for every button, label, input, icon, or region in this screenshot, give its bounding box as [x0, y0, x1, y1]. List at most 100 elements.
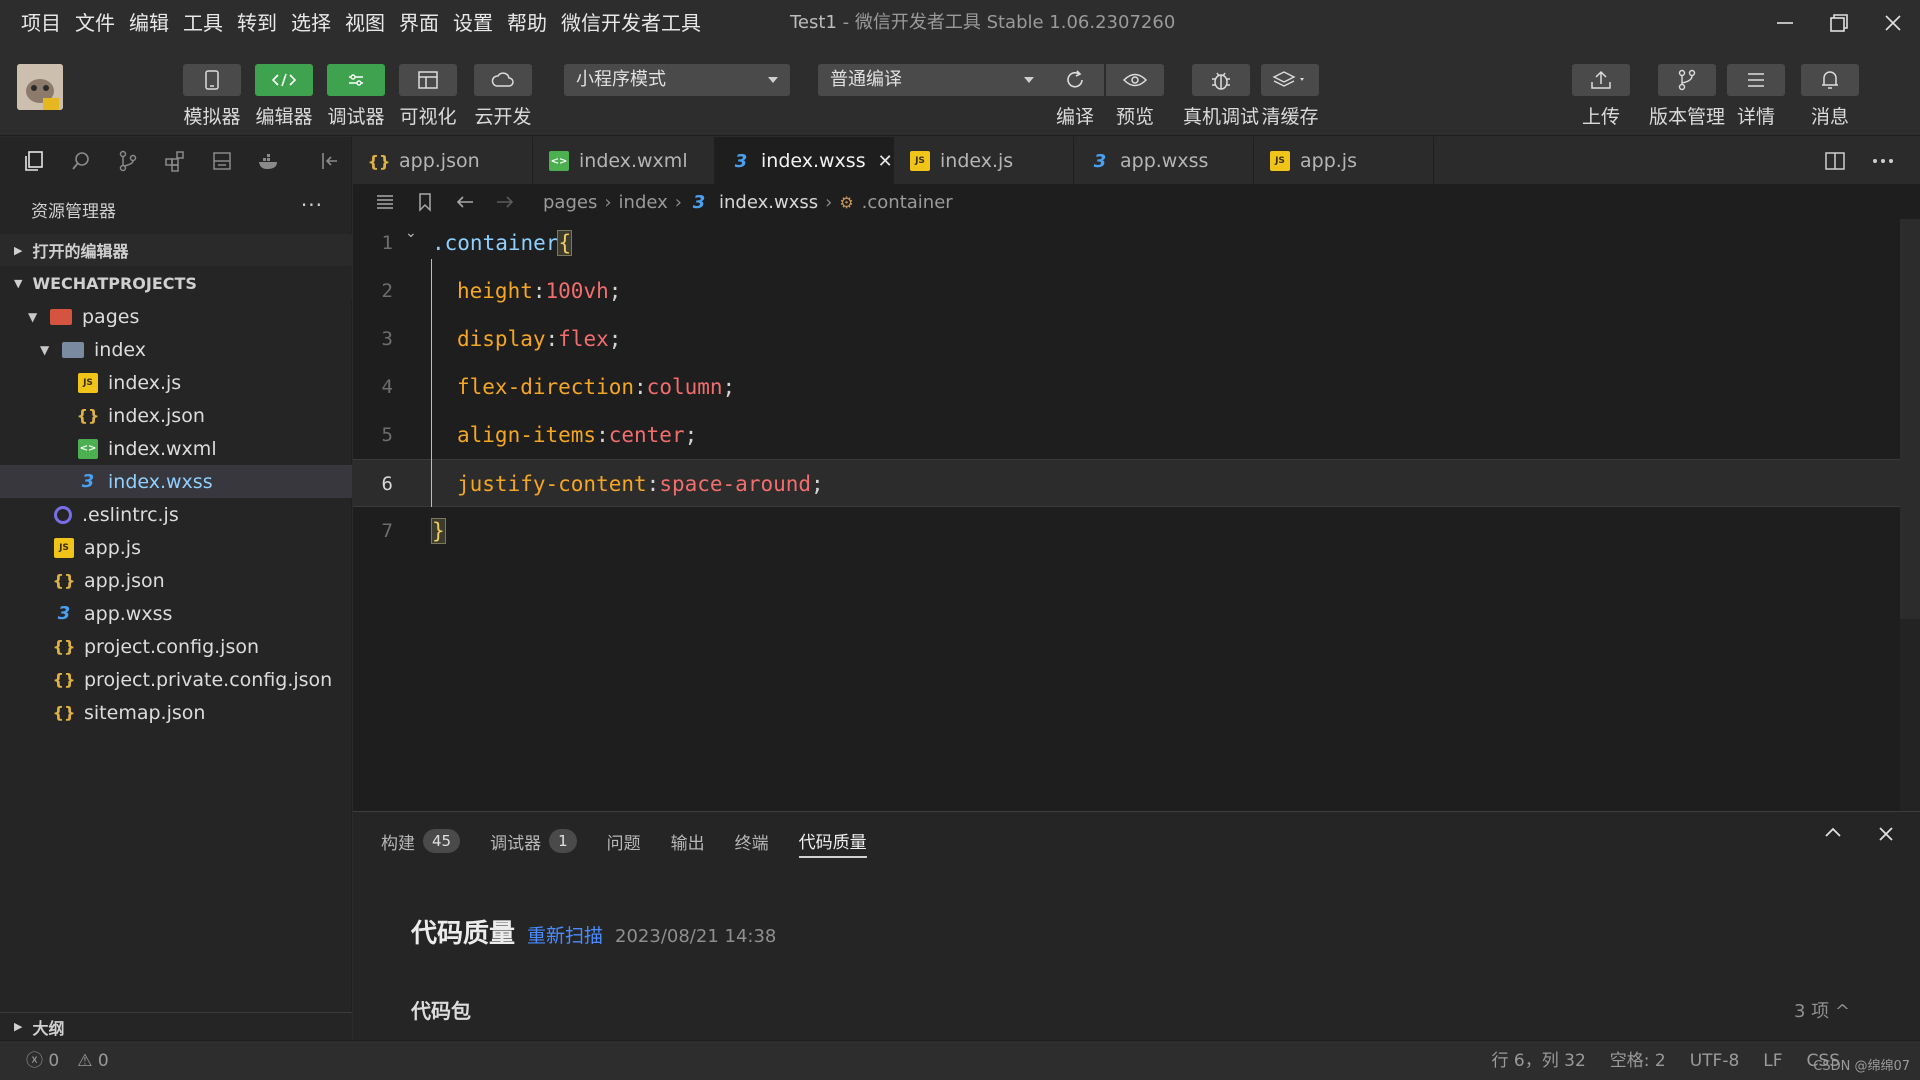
extensions-activity[interactable] — [153, 137, 198, 185]
tree-file-index-wxss[interactable]: 3 index.wxss — [0, 465, 352, 498]
line-number: 6 — [381, 473, 393, 495]
open-editors-section[interactable]: ▶ 打开的编辑器 — [0, 234, 352, 266]
tab-debugger[interactable]: 调试器 1 — [490, 824, 577, 858]
tree-file-index-js[interactable]: JS index.js — [0, 366, 352, 399]
details-button[interactable]: 详情 — [1727, 64, 1785, 129]
close-window-button[interactable] — [1866, 0, 1920, 46]
project-root-section[interactable]: ▼ WECHATPROJECTS — [0, 267, 352, 299]
tab-app-js[interactable]: JS app.js — [1254, 137, 1434, 185]
open-editors-label: 打开的编辑器 — [32, 242, 129, 261]
tree-file-app-js[interactable]: JS app.js — [0, 531, 352, 564]
cursor-position[interactable]: 行 6，列 32 — [1492, 1041, 1586, 1080]
code-package-count[interactable]: 3 项 ^ — [1794, 997, 1850, 1023]
breadcrumb-pages[interactable]: pages — [543, 192, 597, 213]
minimize-button[interactable] — [1758, 0, 1812, 46]
compile-mode-select[interactable]: 普通编译 — [818, 64, 1046, 96]
scroll-thumb[interactable] — [1900, 219, 1920, 619]
tab-terminal[interactable]: 终端 — [735, 824, 769, 858]
tab-problems[interactable]: 问题 — [607, 824, 641, 858]
tree-folder-pages[interactable]: ▼ pages — [0, 300, 352, 333]
breadcrumb-symbol[interactable]: .container — [862, 192, 953, 213]
menu-select[interactable]: 选择 — [284, 0, 338, 46]
upload-button[interactable]: 上传 — [1572, 64, 1630, 129]
source-control-activity[interactable] — [106, 137, 151, 185]
menu-tools[interactable]: 工具 — [176, 0, 230, 46]
cloud-icon — [491, 72, 514, 87]
editor-toggle-button[interactable]: 编辑器 — [255, 64, 313, 129]
restore-button[interactable] — [1812, 0, 1866, 46]
folder-open-icon — [50, 308, 72, 325]
tab-index-js[interactable]: JS index.js — [894, 137, 1074, 185]
tree-file-eslintrc[interactable]: .eslintrc.js — [0, 498, 352, 531]
tree-file-app-wxss[interactable]: 3 app.wxss — [0, 597, 352, 630]
outline-section[interactable]: ▶ 大纲 — [0, 1012, 352, 1040]
project-root-label: WECHATPROJECTS — [32, 273, 197, 293]
tab-build[interactable]: 构建 45 — [381, 824, 461, 858]
menu-devtools[interactable]: 微信开发者工具 — [554, 0, 708, 46]
compile-button[interactable]: 编译 — [1046, 64, 1104, 129]
tree-file-project-private-config[interactable]: {} project.private.config.json — [0, 663, 352, 696]
explorer-activity[interactable] — [12, 137, 57, 185]
tree-file-app-json[interactable]: {} app.json — [0, 564, 352, 597]
visual-button[interactable]: 可视化 — [399, 64, 457, 129]
menu-goto[interactable]: 转到 — [230, 0, 284, 46]
collapse-sidebar-button[interactable] — [307, 137, 352, 185]
indentation[interactable]: 空格: 2 — [1610, 1041, 1666, 1080]
close-panel-icon[interactable] — [1878, 826, 1894, 842]
tree-file-project-config[interactable]: {} project.config.json — [0, 630, 352, 663]
rescan-link[interactable]: 重新扫描 — [527, 921, 603, 948]
back-arrow-icon[interactable] — [445, 194, 485, 210]
bookmark-icon[interactable] — [405, 192, 445, 212]
line-ending[interactable]: LF — [1763, 1041, 1782, 1080]
breadcrumb-file[interactable]: index.wxss — [719, 192, 818, 213]
mode-select[interactable]: 小程序模式 — [564, 64, 790, 96]
list-icon[interactable] — [365, 194, 405, 210]
menu-settings[interactable]: 设置 — [446, 0, 500, 46]
tab-index-wxml[interactable]: <> index.wxml — [533, 137, 715, 185]
forward-arrow-icon[interactable] — [485, 194, 525, 210]
status-problems[interactable]: ⓧ 0 ⚠ 0 — [26, 1041, 109, 1080]
menu-edit[interactable]: 编辑 — [122, 0, 176, 46]
docker-activity[interactable] — [246, 137, 291, 185]
messages-button[interactable]: 消息 — [1801, 64, 1859, 129]
menu-interface[interactable]: 界面 — [392, 0, 446, 46]
preview-button[interactable]: 预览 — [1106, 64, 1164, 129]
tree-file-index-json[interactable]: {} index.json — [0, 399, 352, 432]
tab-app-wxss[interactable]: 3 app.wxss — [1074, 137, 1254, 185]
storage-activity[interactable] — [199, 137, 244, 185]
more-actions-icon[interactable] — [1872, 158, 1894, 164]
encoding[interactable]: UTF-8 — [1690, 1041, 1740, 1080]
close-tab-icon[interactable]: ✕ — [878, 151, 893, 172]
maximize-panel-icon[interactable] — [1824, 826, 1842, 838]
breadcrumb-index[interactable]: index — [619, 192, 668, 213]
menu-project[interactable]: 项目 — [14, 0, 68, 46]
menu-file[interactable]: 文件 — [68, 0, 122, 46]
cloud-button[interactable]: 云开发 — [474, 64, 532, 129]
device-debug-button[interactable]: 真机调试 — [1183, 64, 1259, 129]
tree-folder-index[interactable]: ▼ index — [0, 333, 352, 366]
code-text: .container{ — [432, 219, 573, 267]
search-activity[interactable] — [59, 137, 104, 185]
menu-view[interactable]: 视图 — [338, 0, 392, 46]
avatar[interactable] — [17, 64, 63, 110]
build-count-badge: 45 — [423, 829, 461, 853]
tree-file-sitemap[interactable]: {} sitemap.json — [0, 696, 352, 729]
tab-build-label: 构建 — [381, 833, 415, 854]
version-label: 版本管理 — [1649, 106, 1726, 128]
clear-cache-button[interactable]: 清缓存 — [1261, 64, 1319, 129]
editor-scrollbar[interactable] — [1900, 219, 1920, 811]
compile-box — [1046, 64, 1104, 96]
split-editor-icon[interactable] — [1824, 151, 1846, 171]
code-editor[interactable]: ⌄ 1 .container{ 2 height:100vh; 3 displa… — [353, 219, 1920, 811]
tab-code-quality[interactable]: 代码质量 — [798, 824, 867, 858]
tree-file-index-wxml[interactable]: <> index.wxml — [0, 432, 352, 465]
simulator-button[interactable]: 模拟器 — [183, 64, 241, 129]
tab-index-wxss[interactable]: 3 index.wxss ✕ — [715, 137, 894, 185]
code-text: display:flex; — [457, 327, 622, 351]
tab-app-json[interactable]: {} app.json — [353, 137, 533, 185]
tab-output[interactable]: 输出 — [671, 824, 705, 858]
debugger-toggle-button[interactable]: 调试器 — [327, 64, 385, 129]
menu-help[interactable]: 帮助 — [500, 0, 554, 46]
version-button[interactable]: 版本管理 — [1649, 64, 1725, 129]
explorer-more-button[interactable]: ··· — [301, 193, 323, 217]
